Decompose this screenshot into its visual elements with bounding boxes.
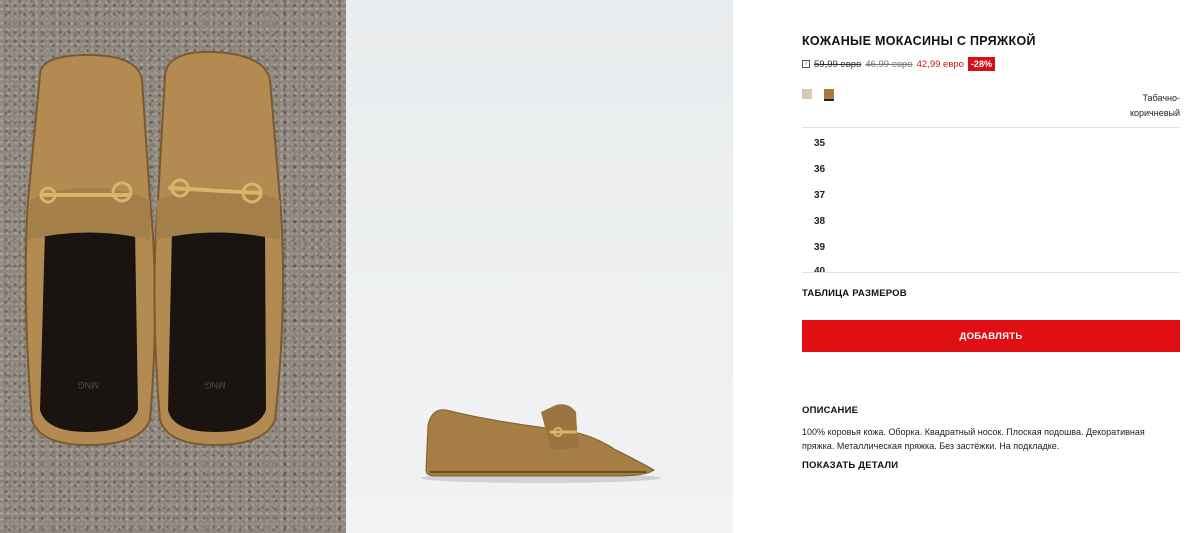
price-info-icon[interactable]: i: [802, 60, 810, 68]
show-details-link[interactable]: ПОКАЗАТЬ ДЕТАЛИ: [802, 460, 898, 471]
size-chart-link[interactable]: ТАБЛИЦА РАЗМЕРОВ: [802, 288, 907, 299]
insole-brand-right: MNG: [205, 380, 226, 390]
color-swatch-beige[interactable]: [802, 89, 812, 99]
previous-price: 46,99 евро: [865, 58, 913, 70]
size-option-35[interactable]: 35: [814, 138, 825, 149]
product-photo-pair[interactable]: MNG MNG: [0, 0, 346, 533]
size-option-37[interactable]: 37: [814, 190, 825, 201]
price-row: i 59,99 евро 46,99 евро 42,99 евро -28%: [802, 57, 995, 71]
product-info-panel: КОЖАНЫЕ МОКАСИНЫ С ПРЯЖКОЙ i 59,99 евро …: [802, 0, 1180, 533]
add-to-cart-button[interactable]: ДОБАВЛЯТЬ: [802, 320, 1180, 352]
original-price: 59,99 евро: [814, 58, 862, 70]
color-swatch-tan-selected[interactable]: [824, 89, 834, 101]
description-title: ОПИСАНИЕ: [802, 405, 859, 416]
product-photo-side[interactable]: [346, 0, 733, 533]
loafers-pair-illustration: MNG MNG: [24, 50, 285, 447]
size-list[interactable]: 35 36 37 38 39 40: [802, 127, 1180, 273]
description-text: 100% коровья кожа. Оборка. Квадратный но…: [802, 427, 1145, 451]
selected-color-name-line2: коричневый: [1129, 108, 1180, 118]
sale-price: 42,99 евро: [916, 58, 964, 70]
insole-brand-left: MNG: [78, 380, 99, 390]
size-option-39[interactable]: 39: [814, 242, 825, 253]
selected-color-name: Табачно- коричневый: [1110, 91, 1180, 121]
product-title: КОЖАНЫЕ МОКАСИНЫ С ПРЯЖКОЙ: [802, 34, 1036, 48]
size-option-38[interactable]: 38: [814, 216, 825, 227]
discount-badge: -28%: [967, 57, 995, 71]
selected-color-name-line1: Табачно-: [1142, 93, 1180, 103]
loafer-side-illustration: [421, 404, 661, 483]
size-option-40[interactable]: 40: [814, 266, 825, 272]
size-option-36[interactable]: 36: [814, 164, 825, 175]
color-swatches: [802, 89, 834, 101]
